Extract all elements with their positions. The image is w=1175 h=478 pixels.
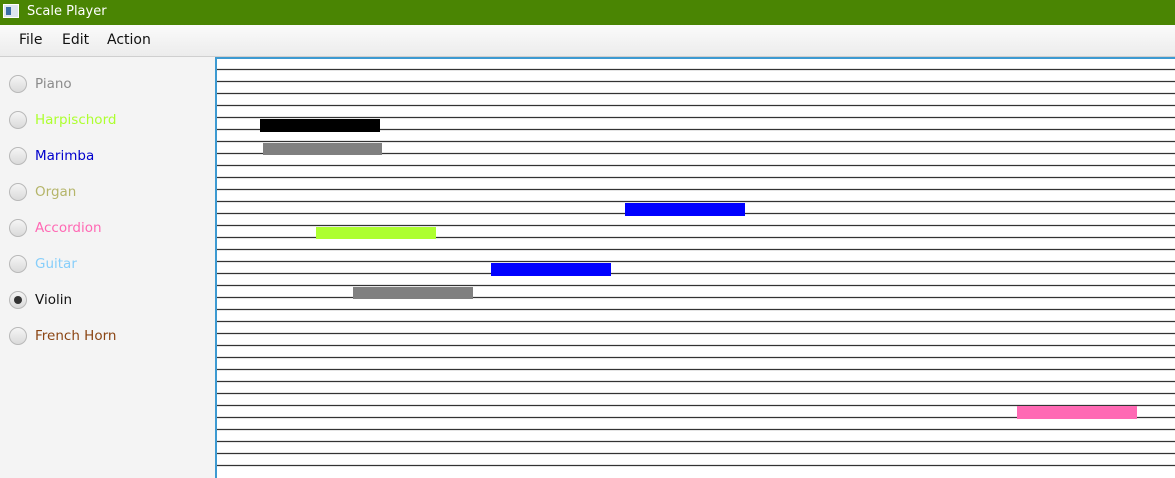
instrument-option-organ[interactable]: Organ — [9, 182, 209, 204]
note-bar[interactable] — [260, 119, 380, 132]
note-bar[interactable] — [316, 227, 436, 239]
radio-button[interactable] — [9, 327, 27, 345]
note-bar[interactable] — [263, 143, 382, 155]
instrument-label: Accordion — [35, 220, 102, 236]
instrument-label: Violin — [35, 292, 73, 308]
instrument-label: Harpischord — [35, 112, 117, 128]
instrument-label: French Horn — [35, 328, 117, 344]
menu-file[interactable]: File — [19, 32, 42, 48]
radio-button[interactable] — [9, 111, 27, 129]
radio-button[interactable] — [9, 219, 27, 237]
note-bar[interactable] — [1017, 406, 1137, 419]
menu-edit[interactable]: Edit — [62, 32, 89, 48]
instrument-option-marimba[interactable]: Marimba — [9, 146, 209, 168]
instrument-label: Marimba — [35, 148, 95, 164]
radio-button[interactable] — [9, 147, 27, 165]
menu-action[interactable]: Action — [107, 32, 151, 48]
radio-button[interactable] — [9, 75, 27, 93]
radio-button[interactable] — [9, 291, 27, 309]
note-bar[interactable] — [625, 203, 745, 216]
instrument-option-harpischord[interactable]: Harpischord — [9, 110, 209, 132]
title-bar[interactable]: Scale Player — [0, 0, 1175, 25]
instrument-option-guitar[interactable]: Guitar — [9, 254, 209, 276]
radio-button[interactable] — [9, 255, 27, 273]
window-title: Scale Player — [27, 4, 107, 19]
instrument-label: Guitar — [35, 256, 77, 272]
note-bar[interactable] — [353, 287, 473, 299]
instrument-label: Piano — [35, 76, 72, 92]
app-window: Scale Player File Edit Action Piano Harp… — [0, 0, 1175, 478]
instrument-option-accordion[interactable]: Accordion — [9, 218, 209, 240]
composition-pane[interactable] — [215, 57, 1175, 478]
instrument-label: Organ — [35, 184, 77, 200]
instrument-option-french-horn[interactable]: French Horn — [9, 326, 209, 348]
instrument-option-piano[interactable]: Piano — [9, 74, 209, 96]
menu-bar: File Edit Action — [0, 25, 1175, 57]
note-bar[interactable] — [491, 263, 611, 276]
radio-button[interactable] — [9, 183, 27, 201]
staff-canvas[interactable] — [217, 59, 1175, 478]
app-window-icon — [3, 4, 19, 18]
instrument-option-violin[interactable]: Violin — [9, 290, 209, 312]
instrument-panel: Piano Harpischord Marimba Organ Accordio… — [0, 57, 215, 478]
